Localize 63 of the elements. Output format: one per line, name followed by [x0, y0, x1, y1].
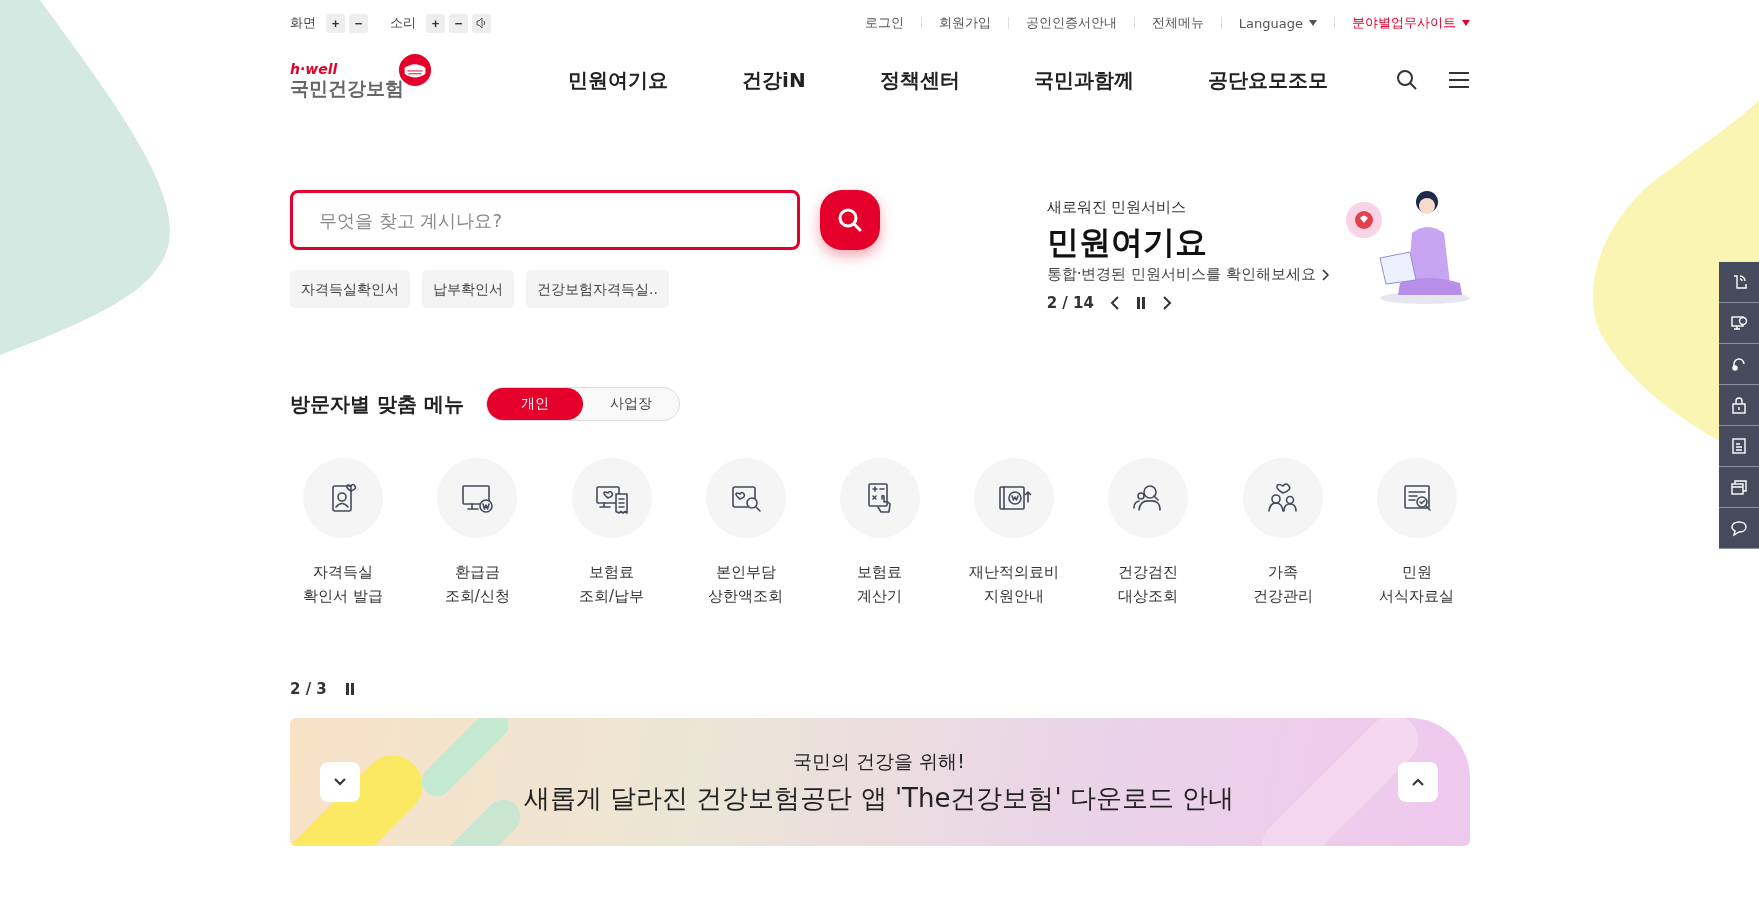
- speaker-icon[interactable]: [472, 13, 491, 33]
- zoom-button[interactable]: +: [426, 13, 445, 33]
- windows-icon[interactable]: [1719, 467, 1759, 508]
- control-label: 소리: [390, 14, 416, 32]
- caret-icon: [1309, 20, 1317, 26]
- top-link[interactable]: 회원가입: [938, 14, 991, 32]
- search-field[interactable]: 무엇을 찾고 계시나요?: [290, 190, 800, 250]
- notice-link[interactable]: 통합·변경된 민원서비스를 확인해보세요: [1046, 265, 1330, 284]
- nav-item[interactable]: 민원여기요: [568, 66, 668, 94]
- keyword-chip[interactable]: 건강보험자격득실..: [526, 270, 669, 308]
- zoom-button[interactable]: −: [449, 13, 468, 33]
- nav-item[interactable]: 건강iN: [742, 66, 806, 94]
- menu-item-label[interactable]: 건강검진 대상조회: [1118, 560, 1179, 608]
- logo-name: 국민건강보험: [290, 76, 405, 99]
- monitor-chat-icon[interactable]: [1719, 303, 1759, 344]
- lock-icon[interactable]: [1719, 385, 1759, 426]
- visitor-tab[interactable]: 개인: [486, 388, 583, 420]
- banner-counter: 2 / 3: [290, 680, 327, 698]
- menu-item-label[interactable]: 환급금 조회/신청: [444, 560, 510, 608]
- top-link[interactable]: 전체메뉴: [1151, 14, 1204, 32]
- nav-item[interactable]: 국민과함께: [1033, 66, 1134, 94]
- search-icon[interactable]: [1396, 69, 1418, 91]
- chevron-right-icon: [1322, 268, 1330, 281]
- logo-tagline: h·well: [290, 61, 339, 77]
- speech-bubble-icon[interactable]: [1719, 508, 1759, 549]
- tablet-signal-icon[interactable]: [1719, 262, 1759, 303]
- previous-icon[interactable]: [1109, 296, 1120, 310]
- control-label: 화면: [290, 14, 316, 32]
- document-icon[interactable]: [1719, 426, 1759, 467]
- search-icon: [836, 206, 864, 234]
- menu-item-label[interactable]: 재난적의료비 지원안내: [969, 560, 1060, 608]
- notice-eyebrow: 새로워진 민원서비스: [1046, 198, 1188, 217]
- keyword-chip[interactable]: 납부확인서: [422, 270, 514, 308]
- next-icon[interactable]: [1161, 296, 1172, 310]
- menu-item-label[interactable]: 보험료 계산기: [857, 560, 903, 608]
- caret-icon: [1462, 20, 1470, 26]
- top-link[interactable]: Language: [1238, 15, 1317, 31]
- top-link[interactable]: 로그인: [864, 14, 904, 32]
- menu-item-label[interactable]: 가족 건강관리: [1252, 560, 1313, 608]
- slide-counter: 2 / 14: [1046, 294, 1094, 312]
- chevron-down-icon: [333, 777, 347, 787]
- pause-icon[interactable]: [1135, 297, 1146, 309]
- pause-icon[interactable]: [344, 683, 355, 695]
- top-link[interactable]: 공인인증서안내: [1025, 14, 1117, 32]
- menu-item-label[interactable]: 본인부담 상한액조회: [708, 560, 784, 608]
- menu-item-label[interactable]: 자격득실 확인서 발급: [303, 560, 383, 608]
- search-button[interactable]: [820, 190, 880, 250]
- nav-item[interactable]: 정책센터: [879, 66, 960, 94]
- chevron-up-icon: [1411, 777, 1425, 787]
- banner-eyebrow: 국민의 건강을 위해!: [793, 748, 965, 774]
- banner-title: 새롭게 달라진 건강보험공단 앱 'The건강보험' 다운로드 안내: [523, 781, 1235, 815]
- menu-item-label[interactable]: 민원 서식자료실: [1379, 560, 1455, 608]
- menu-icon[interactable]: [1448, 71, 1470, 89]
- keyword-chip[interactable]: 자격득실확인서: [290, 270, 410, 308]
- zoom-button[interactable]: +: [326, 13, 345, 33]
- headset-icon[interactable]: [1719, 344, 1759, 385]
- visitor-tab[interactable]: 사업장: [582, 388, 679, 420]
- zoom-button[interactable]: −: [349, 13, 368, 33]
- section-title: 방문자별 맞춤 메뉴: [290, 390, 464, 418]
- top-link[interactable]: 분야별업무사이트: [1352, 14, 1470, 32]
- menu-item-label[interactable]: 보험료 조회/납부: [579, 560, 645, 608]
- nav-item[interactable]: 공단요모조모: [1207, 66, 1328, 94]
- notice-title: 민원여기요: [1046, 222, 1208, 263]
